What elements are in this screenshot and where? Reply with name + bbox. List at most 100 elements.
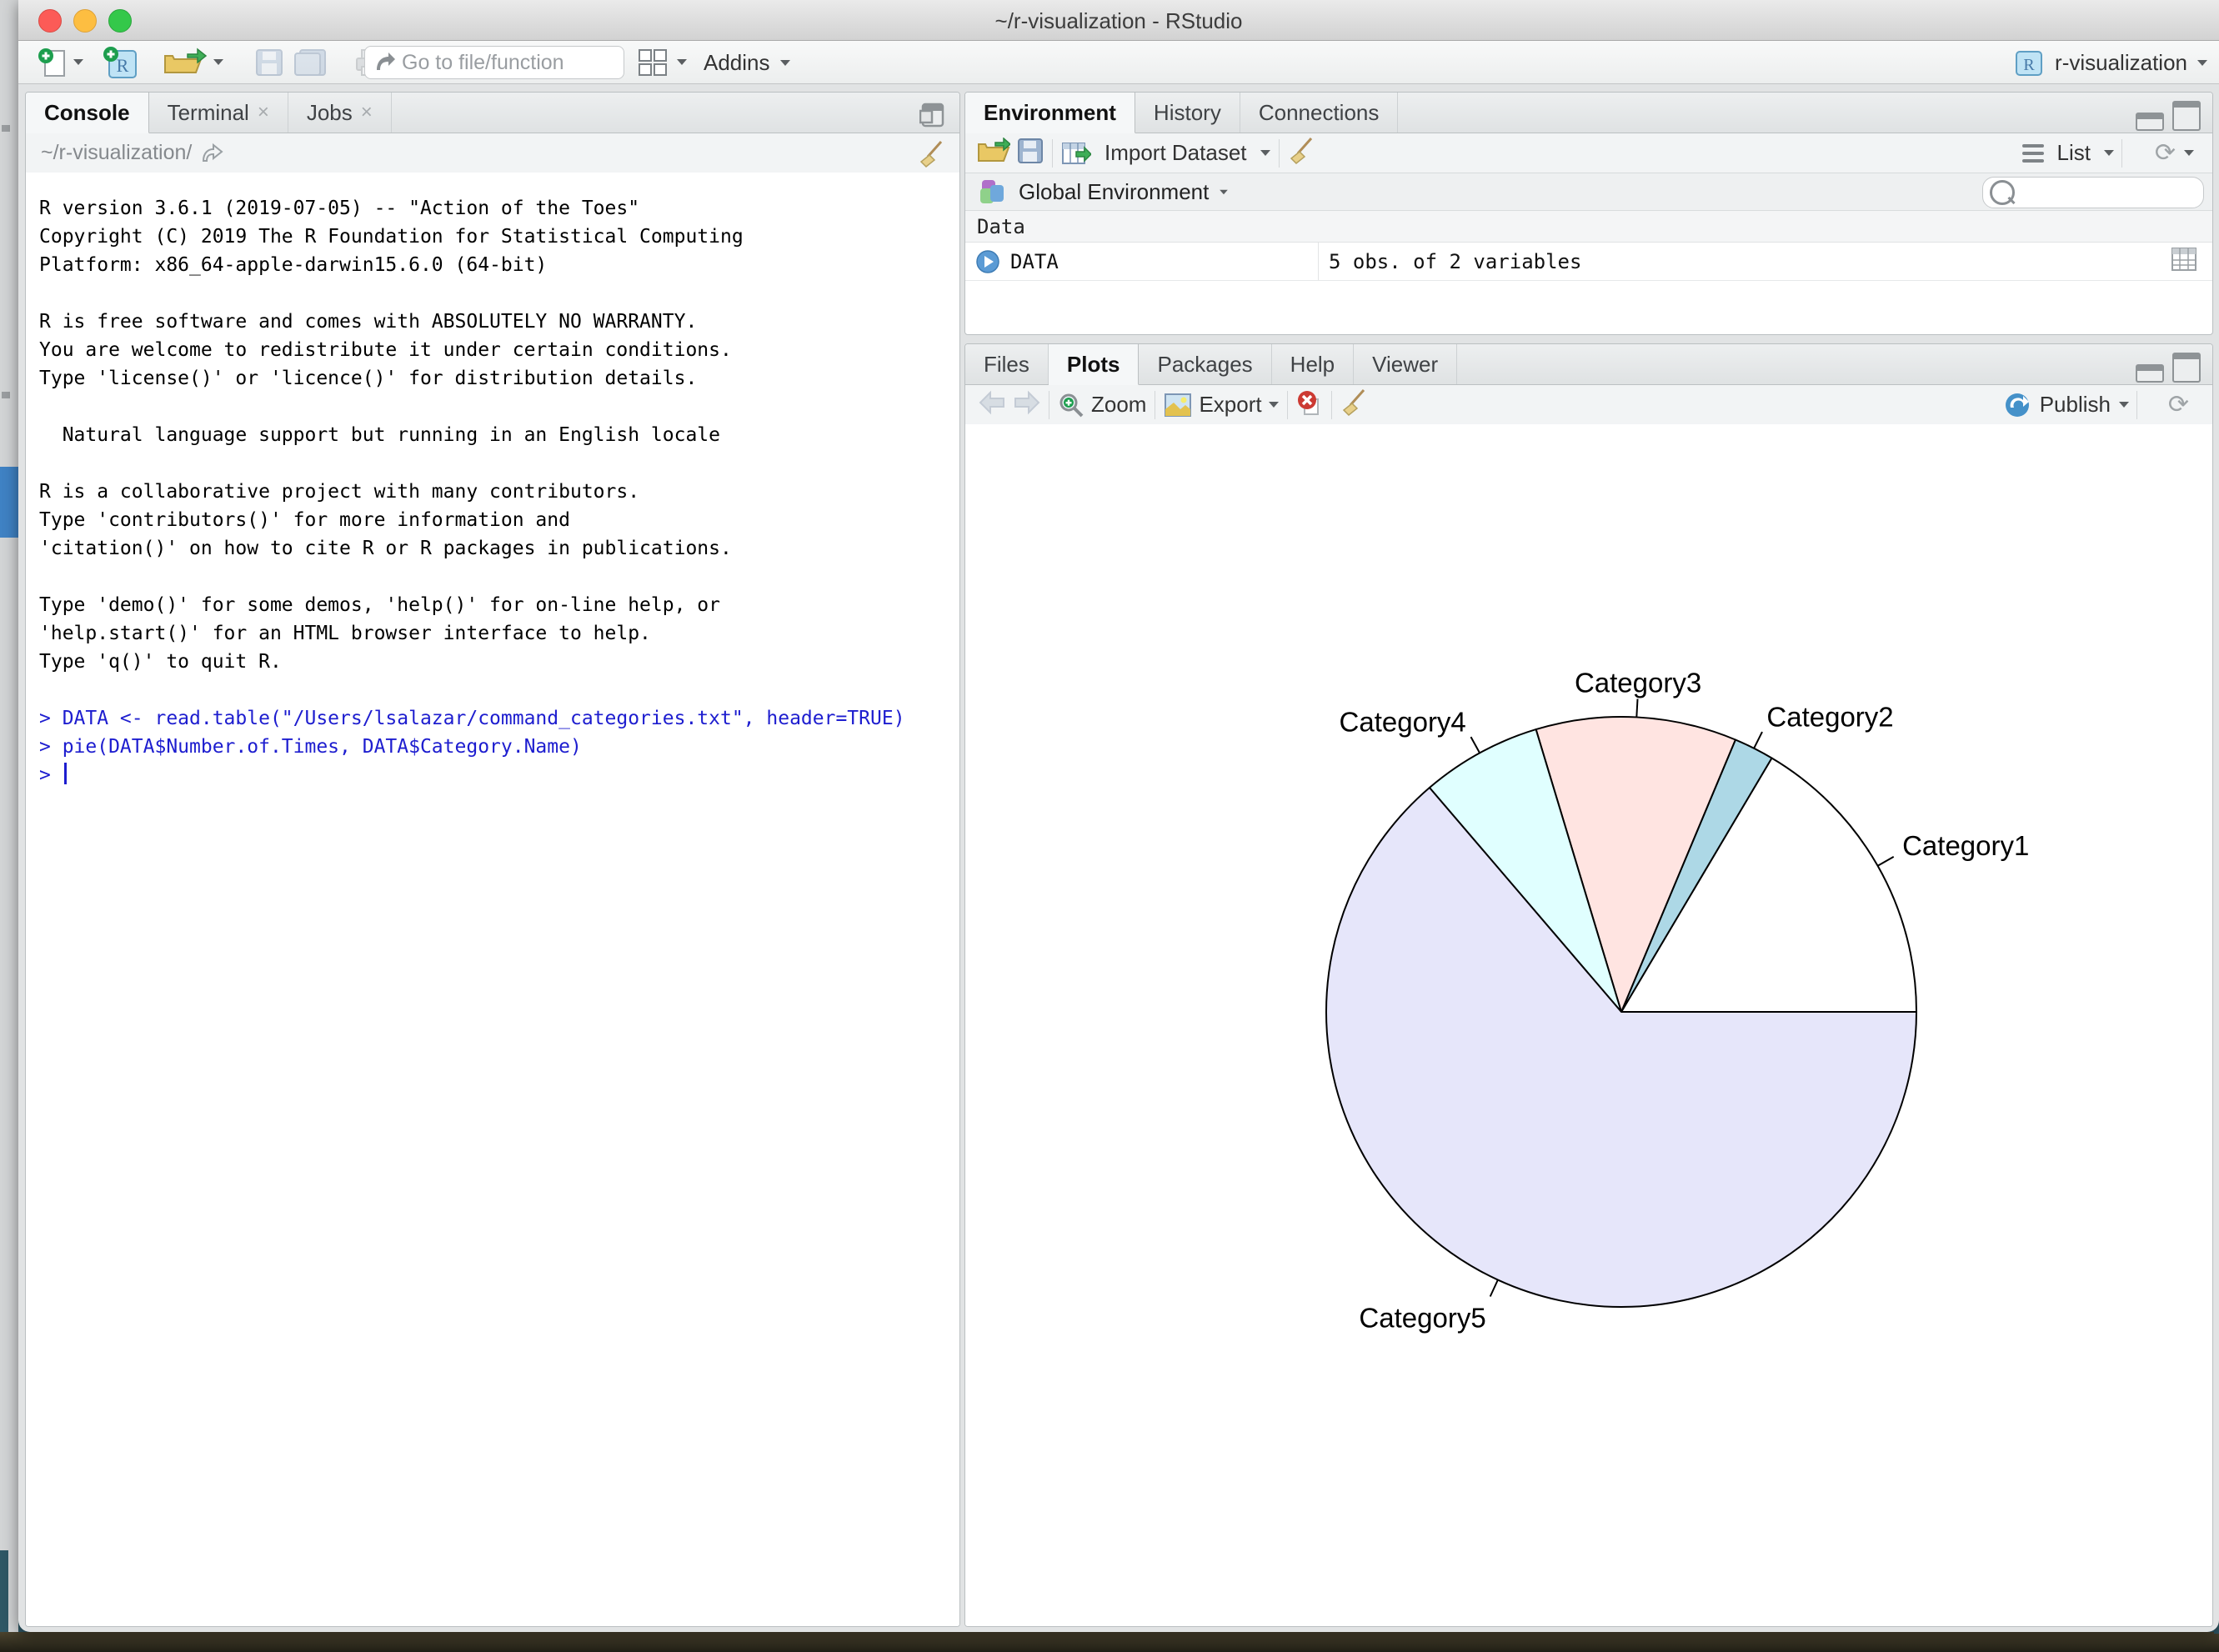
environment-toolbar: Import Dataset List ⟳ [965, 133, 2212, 173]
tab-jobs[interactable]: Jobs × [288, 93, 392, 133]
clear-environment-button[interactable] [1288, 137, 1316, 169]
minimize-pane-icon[interactable] [2136, 364, 2164, 383]
zoom-plot-button[interactable]: Zoom [1058, 392, 1146, 418]
save-icon [1017, 138, 1044, 164]
import-dataset-button[interactable]: Import Dataset [1061, 140, 1270, 167]
refresh-plot-button[interactable]: ⟳ [2168, 393, 2189, 418]
object-value: 5 obs. of 2 variables [1329, 250, 1581, 273]
open-folder-icon [977, 138, 1010, 164]
open-folder-icon [163, 48, 208, 78]
pie-slice-label: Category2 [1766, 701, 1893, 732]
expand-object-icon[interactable] [975, 249, 1000, 274]
console-line: 'help.start()' for an HTML browser inter… [39, 619, 959, 648]
addins-button[interactable]: Addins [704, 48, 790, 78]
main-toolbar: R [18, 41, 2219, 84]
export-image-icon [1164, 393, 1192, 418]
save-workspace-button[interactable] [1017, 138, 1044, 168]
console-line: Copyright (C) 2019 The R Foundation for … [39, 223, 959, 251]
save-button[interactable] [253, 48, 285, 78]
tab-history-label: History [1154, 100, 1221, 126]
rstudio-window: ~/r-visualization - RStudio R [18, 0, 2219, 1632]
console-line: > pie(DATA$Number.of.Times, DATA$Categor… [39, 733, 959, 761]
console-line: You are welcome to redistribute it under… [39, 336, 959, 364]
console-line [39, 563, 959, 591]
clear-console-button[interactable] [918, 140, 946, 173]
project-selector[interactable]: R r-visualization [2013, 46, 2207, 79]
pane-layout-icon [638, 48, 668, 77]
tab-packages[interactable]: Packages [1139, 344, 1271, 384]
tab-files-label: Files [984, 352, 1029, 378]
console-output[interactable]: R version 3.6.1 (2019-07-05) -- "Action … [26, 173, 959, 1626]
tab-close-icon[interactable]: × [361, 101, 373, 124]
tab-history[interactable]: History [1135, 93, 1240, 133]
window-title: ~/r-visualization - RStudio [18, 8, 2219, 34]
console-line: Natural language support but running in … [39, 421, 959, 449]
environment-scope-label[interactable]: Global Environment [1019, 179, 1209, 205]
environment-tabbar: Environment History Connections [965, 93, 2212, 133]
tab-help[interactable]: Help [1272, 344, 1354, 384]
console-line [39, 449, 959, 478]
goto-directory-icon[interactable] [200, 143, 225, 164]
console-line: 'citation()' on how to cite R or R packa… [39, 534, 959, 563]
new-file-button[interactable] [35, 48, 68, 78]
publish-plot-button[interactable]: Publish [2003, 391, 2129, 419]
addins-label: Addins [704, 50, 770, 76]
tab-terminal[interactable]: Terminal × [149, 93, 288, 133]
tab-viewer-label: Viewer [1372, 352, 1438, 378]
console-tabbar: Console Terminal × Jobs × [26, 93, 959, 133]
title-bar: ~/r-visualization - RStudio [18, 0, 2219, 41]
tab-environment[interactable]: Environment [965, 93, 1135, 133]
maximize-pane-icon[interactable] [2172, 101, 2201, 131]
new-file-dropdown-caret[interactable] [73, 59, 83, 65]
pie-slice-label: Category5 [1359, 1302, 1485, 1333]
tab-connections-label: Connections [1259, 100, 1380, 126]
open-file-button[interactable] [162, 48, 208, 78]
background-text-fragment [2, 392, 10, 398]
new-project-button[interactable]: R [102, 46, 140, 79]
broom-icon [1288, 137, 1316, 165]
remove-plot-button[interactable] [1296, 389, 1323, 420]
tab-files[interactable]: Files [965, 344, 1049, 384]
console-line: > DATA <- read.table("/Users/lsalazar/co… [39, 704, 959, 733]
console-line: R version 3.6.1 (2019-07-05) -- "Action … [39, 194, 959, 223]
tab-help-label: Help [1290, 352, 1335, 378]
open-dropdown-caret[interactable] [213, 59, 223, 65]
search-icon [1990, 180, 2015, 205]
load-workspace-button[interactable] [977, 138, 1010, 168]
clear-all-plots-button[interactable] [1340, 388, 1369, 421]
pie-slice-label: Category1 [1902, 830, 2029, 861]
export-plot-button[interactable]: Export [1164, 392, 1278, 418]
import-dataset-label: Import Dataset [1104, 140, 1247, 166]
pie-label-tick [1754, 732, 1762, 748]
refresh-environment-button[interactable]: ⟳ [2155, 141, 2194, 166]
environment-search-input[interactable] [1982, 177, 2204, 208]
console-line: R is a collaborative project with many c… [39, 478, 959, 506]
tab-plots[interactable]: Plots [1049, 344, 1140, 385]
import-dataset-icon [1061, 140, 1091, 167]
tab-console[interactable]: Console [26, 93, 149, 133]
console-line [39, 279, 959, 308]
view-table-button[interactable] [2171, 247, 2197, 277]
tab-connections[interactable]: Connections [1240, 93, 1399, 133]
remove-plot-icon [1296, 389, 1323, 416]
maximize-pane-icon[interactable] [919, 101, 948, 129]
environment-scope-caret[interactable] [1220, 189, 1229, 194]
console-line: Type 'q()' to quit R. [39, 648, 959, 676]
previous-plot-button[interactable] [979, 390, 1005, 419]
tab-close-icon[interactable]: × [258, 101, 269, 124]
environment-object-row[interactable]: DATA 5 obs. of 2 variables [965, 243, 2212, 281]
zoom-magnifier-icon [1058, 392, 1084, 418]
maximize-pane-icon[interactable] [2172, 353, 2201, 383]
minimize-pane-icon[interactable] [2136, 113, 2164, 131]
tab-viewer[interactable]: Viewer [1354, 344, 1457, 384]
pane-layout-caret[interactable] [677, 59, 687, 65]
pane-layout-button[interactable] [635, 48, 670, 78]
goto-file-input[interactable]: Go to file/function [364, 46, 624, 79]
goto-placeholder: Go to file/function [402, 51, 564, 75]
next-plot-button[interactable] [1014, 390, 1040, 419]
refresh-icon: ⟳ [2168, 391, 2189, 418]
list-view-caret [2104, 150, 2114, 156]
list-view-button[interactable]: List [2022, 140, 2114, 167]
pie-slice-label: Category4 [1340, 707, 1466, 738]
save-all-button[interactable] [292, 48, 328, 78]
